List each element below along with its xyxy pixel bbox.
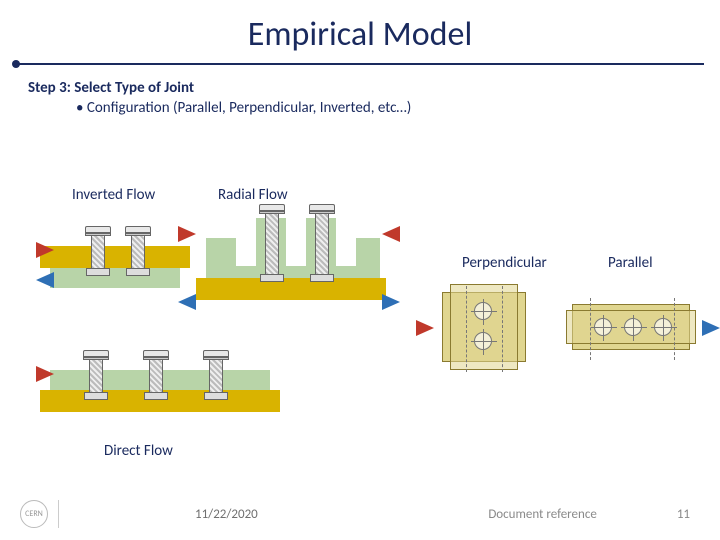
step-block: Step 3: Select Type of Joint Configurati…	[0, 65, 720, 117]
logo-icon: CERN	[20, 500, 48, 528]
diagram-radial-flow	[196, 208, 386, 338]
step-bullet: Configuration (Parallel, Perpendicular, …	[28, 99, 692, 117]
step-heading: Step 3: Select Type of Joint	[28, 79, 692, 97]
label-inverted-flow: Inverted Flow	[72, 186, 155, 204]
label-radial-flow: Radial Flow	[218, 186, 288, 204]
page-title: Empirical Model	[0, 0, 720, 63]
footer: CERN 11/22/2020 Document reference 11	[0, 500, 720, 528]
label-perpendicular: Perpendicular	[462, 254, 547, 272]
diagram-perpendicular	[414, 284, 554, 374]
label-direct-flow: Direct Flow	[104, 442, 173, 460]
footer-date: 11/22/2020	[195, 507, 258, 522]
label-parallel: Parallel	[608, 254, 653, 272]
diagram-parallel	[566, 284, 706, 374]
footer-page-number: 11	[677, 507, 690, 522]
footer-reference: Document reference	[488, 507, 597, 522]
title-rule	[16, 63, 704, 65]
diagram-inverted-flow	[40, 216, 190, 326]
footer-separator	[58, 500, 59, 528]
diagram-direct-flow	[40, 344, 280, 444]
